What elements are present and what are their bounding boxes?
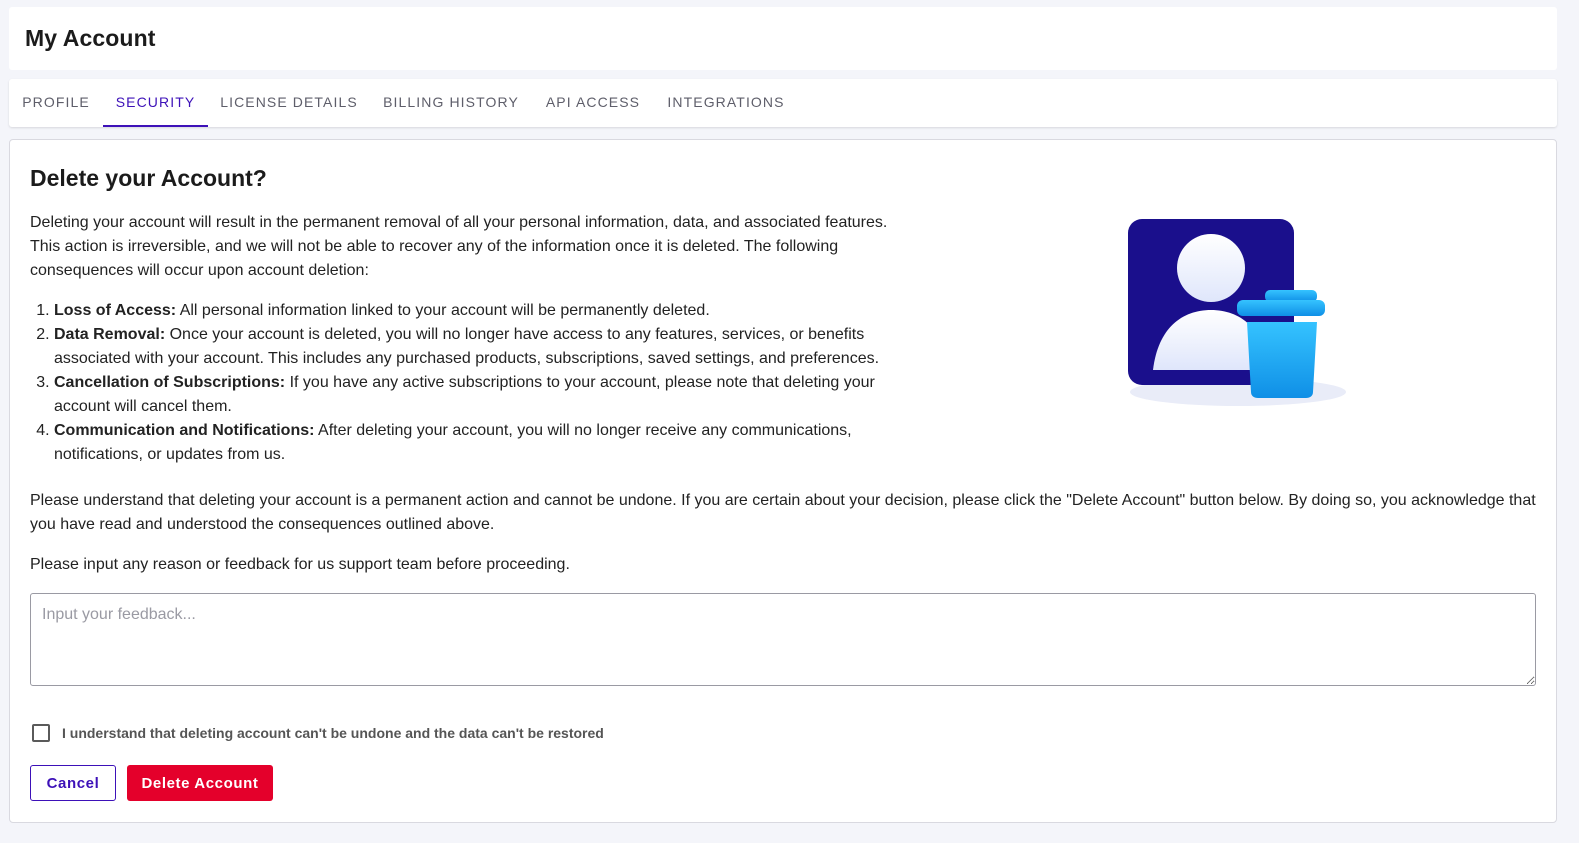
tab-api-access[interactable]: API ACCESS: [532, 79, 654, 127]
account-tabs: PROFILE SECURITY LICENSE DETAILS BILLING…: [9, 79, 1557, 127]
consequence-title: Loss of Access:: [54, 302, 177, 319]
cancel-button[interactable]: Cancel: [30, 765, 116, 801]
consequences-list: Loss of Access: All personal information…: [30, 299, 890, 467]
tab-billing-history[interactable]: BILLING HISTORY: [370, 79, 532, 127]
list-item: Loss of Access: All personal information…: [54, 299, 890, 323]
list-item: Cancellation of Subscriptions: If you ha…: [54, 371, 890, 419]
delete-account-button[interactable]: Delete Account: [127, 765, 273, 801]
tab-security[interactable]: SECURITY: [103, 79, 208, 127]
notice-text: Please understand that deleting your acc…: [30, 492, 1536, 533]
tab-integrations[interactable]: INTEGRATIONS: [654, 79, 798, 127]
intro-text: Deleting your account will result in the…: [30, 214, 888, 279]
tab-license-details[interactable]: LICENSE DETAILS: [208, 79, 370, 127]
confirm-row: I understand that deleting account can't…: [32, 723, 604, 743]
list-item: Data Removal: Once your account is delet…: [54, 323, 890, 371]
consequence-text: Once your account is deleted, you will n…: [54, 326, 880, 367]
page-title: My Account: [25, 25, 156, 51]
consequence-title: Communication and Notifications:: [54, 422, 315, 439]
confirm-checkbox[interactable]: [32, 724, 50, 742]
consequence-title: Data Removal:: [54, 326, 166, 343]
feedback-prompt: Please input any reason or feedback for …: [30, 556, 570, 573]
confirm-label[interactable]: I understand that deleting account can't…: [62, 725, 604, 741]
tab-profile[interactable]: PROFILE: [9, 79, 103, 127]
delete-account-card: Delete your Account? Deleting your accou…: [9, 139, 1557, 823]
feedback-input[interactable]: [30, 593, 1536, 686]
section-title: Delete your Account?: [30, 165, 267, 191]
page-header: My Account: [9, 7, 1557, 70]
list-item: Communication and Notifications: After d…: [54, 419, 890, 467]
user-delete-icon: [1128, 219, 1346, 406]
consequence-title: Cancellation of Subscriptions:: [54, 374, 286, 391]
consequence-text: All personal information linked to your …: [176, 302, 710, 319]
